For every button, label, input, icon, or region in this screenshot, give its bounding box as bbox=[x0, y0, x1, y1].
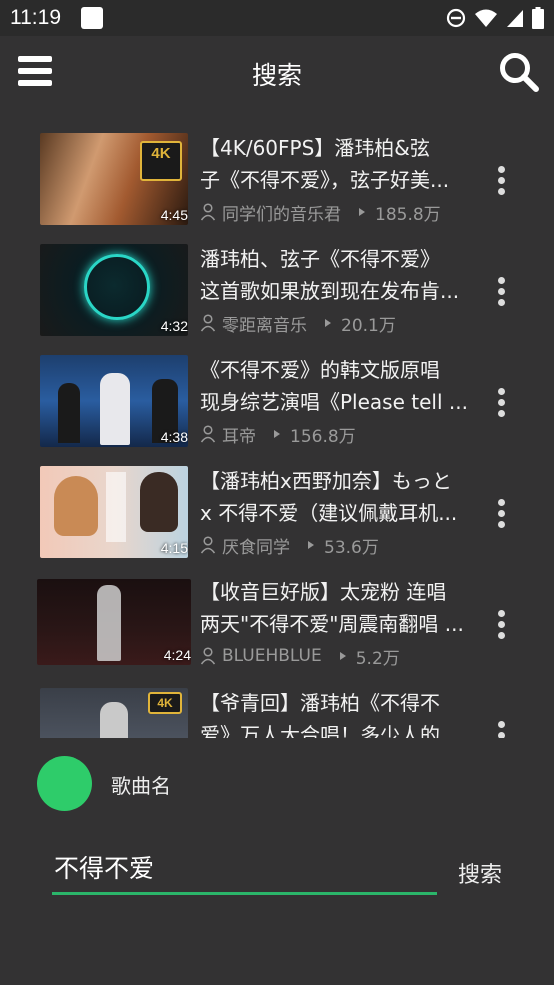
video-thumbnail[interactable]: 4:38 bbox=[40, 355, 188, 447]
song-avatar[interactable] bbox=[37, 756, 92, 811]
play-count-icon bbox=[308, 541, 314, 549]
user-icon bbox=[200, 647, 216, 665]
video-thumbnail[interactable]: 4K bbox=[40, 688, 188, 738]
video-title[interactable]: 【4K/60FPS】潘玮柏&弦 子《不得不爱》，弦子好美... bbox=[200, 132, 480, 196]
video-duration: 4:15 bbox=[160, 540, 188, 556]
video-author: BLUEHBLUE bbox=[222, 646, 322, 666]
video-item[interactable]: 4K 【爷青回】潘玮柏《不得不 爱》万人大合唱！多少人的 bbox=[0, 677, 554, 738]
video-meta: 同学们的音乐君 185.8万 bbox=[200, 201, 441, 225]
video-thumbnail[interactable]: 4:24 bbox=[37, 579, 191, 665]
video-author: 耳帝 bbox=[222, 426, 256, 447]
video-title[interactable]: 【潘玮柏x西野加奈】もっと x 不得不爱（建议佩戴耳机... bbox=[200, 465, 480, 529]
song-name-label: 歌曲名 bbox=[111, 774, 171, 798]
search-icon[interactable] bbox=[498, 51, 540, 93]
more-options-icon[interactable] bbox=[495, 499, 507, 529]
video-thumbnail[interactable]: 4:15 bbox=[40, 466, 188, 558]
app-bar: 搜索 bbox=[0, 36, 554, 108]
play-count-icon bbox=[339, 652, 346, 660]
notification-icon bbox=[81, 7, 103, 29]
user-icon bbox=[200, 536, 216, 554]
video-author: 同学们的音乐君 bbox=[222, 204, 341, 225]
video-meta: 零距离音乐 20.1万 bbox=[200, 312, 396, 336]
video-views: 156.8万 bbox=[290, 426, 356, 447]
search-button[interactable]: 搜索 bbox=[458, 857, 502, 889]
video-views: 53.6万 bbox=[324, 537, 379, 558]
signal-icon bbox=[507, 10, 523, 27]
status-time: 11:19 bbox=[10, 6, 61, 29]
video-result-list[interactable]: 4K 4:45 【4K/60FPS】潘玮柏&弦 子《不得不爱》，弦子好美... … bbox=[0, 122, 554, 738]
play-count-icon bbox=[274, 430, 280, 438]
battery-icon bbox=[532, 7, 544, 29]
video-meta: BLUEHBLUE 5.2万 bbox=[200, 645, 400, 669]
user-icon bbox=[200, 425, 216, 443]
video-title[interactable]: 潘玮柏、弦子《不得不爱》 这首歌如果放到现在发布肯... bbox=[200, 243, 480, 307]
4k-badge: 4K bbox=[140, 141, 182, 181]
video-views: 5.2万 bbox=[355, 648, 400, 669]
video-title[interactable]: 《不得不爱》的韩文版原唱 现身综艺演唱《Please tell ... bbox=[200, 354, 480, 418]
page-title: 搜索 bbox=[251, 61, 302, 90]
more-options-icon[interactable] bbox=[495, 166, 507, 196]
more-options-icon[interactable] bbox=[495, 388, 507, 418]
do-not-disturb-icon bbox=[446, 8, 466, 28]
more-options-icon[interactable] bbox=[495, 277, 507, 307]
play-count-icon bbox=[325, 319, 331, 327]
more-options-icon[interactable] bbox=[495, 610, 507, 640]
video-thumbnail[interactable]: 4:32 bbox=[40, 244, 188, 336]
4k-badge: 4K bbox=[148, 692, 182, 714]
search-input-value: 不得不爱 bbox=[54, 854, 155, 883]
video-thumbnail[interactable]: 4K 4:45 bbox=[40, 133, 188, 225]
video-duration: 4:45 bbox=[160, 207, 188, 223]
video-views: 185.8万 bbox=[375, 204, 441, 225]
video-meta: 厌食同学 53.6万 bbox=[200, 534, 379, 558]
video-item[interactable]: 4:24 【收音巨好版】太宠粉 连唱 两天"不得不爱"周震南翻唱 ... BLU… bbox=[0, 566, 554, 669]
more-options-icon[interactable] bbox=[495, 721, 507, 738]
video-title[interactable]: 【爷青回】潘玮柏《不得不 爱》万人大合唱！多少人的 bbox=[200, 687, 480, 738]
video-author: 零距离音乐 bbox=[222, 315, 307, 336]
video-author: 厌食同学 bbox=[222, 537, 290, 558]
video-meta: 耳帝 156.8万 bbox=[200, 423, 356, 447]
user-icon bbox=[200, 314, 216, 332]
video-item[interactable]: 4:38 《不得不爱》的韩文版原唱 现身综艺演唱《Please tell ...… bbox=[0, 344, 554, 447]
video-duration: 4:32 bbox=[160, 318, 188, 334]
video-duration: 4:24 bbox=[163, 647, 191, 663]
status-bar: 11:19 bbox=[0, 0, 554, 36]
search-input[interactable]: 不得不爱 bbox=[52, 846, 437, 895]
video-item[interactable]: 4:15 【潘玮柏x西野加奈】もっと x 不得不爱（建议佩戴耳机... 厌食同学… bbox=[0, 455, 554, 558]
video-item[interactable]: 4K 4:45 【4K/60FPS】潘玮柏&弦 子《不得不爱》，弦子好美... … bbox=[0, 122, 554, 225]
video-views: 20.1万 bbox=[341, 315, 396, 336]
video-title[interactable]: 【收音巨好版】太宠粉 连唱 两天"不得不爱"周震南翻唱 ... bbox=[200, 576, 480, 640]
video-duration: 4:38 bbox=[160, 429, 188, 445]
user-icon bbox=[200, 203, 216, 221]
status-icons bbox=[446, 7, 544, 29]
video-item[interactable]: 4:32 潘玮柏、弦子《不得不爱》 这首歌如果放到现在发布肯... 零距离音乐 … bbox=[0, 233, 554, 336]
wifi-icon bbox=[475, 9, 497, 27]
play-count-icon bbox=[359, 208, 365, 216]
